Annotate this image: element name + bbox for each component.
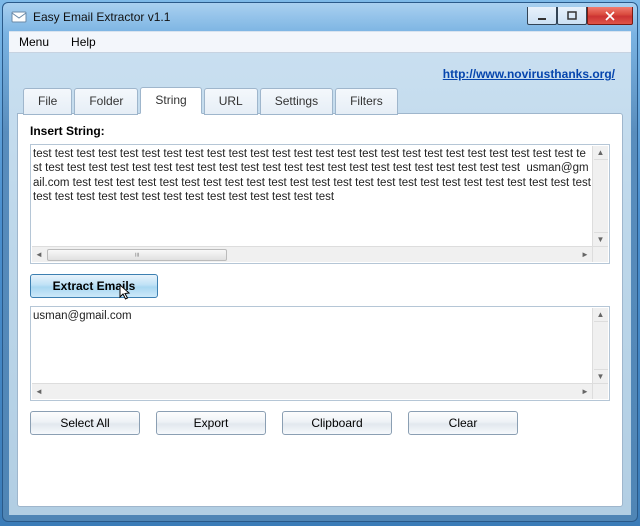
- website-link[interactable]: http://www.novirusthanks.org/: [443, 67, 615, 81]
- tab-file[interactable]: File: [23, 88, 72, 115]
- window-controls: [527, 9, 633, 25]
- menu-help[interactable]: Help: [67, 33, 100, 51]
- results-content[interactable]: usman@gmail.com: [33, 309, 591, 382]
- scroll-corner: [592, 246, 608, 262]
- hscroll-thumb[interactable]: [47, 249, 227, 261]
- window-title: Easy Email Extractor v1.1: [33, 10, 527, 24]
- scroll-down-icon[interactable]: ▼: [594, 232, 608, 246]
- extract-emails-button[interactable]: Extract Emails: [30, 274, 158, 298]
- app-window: Easy Email Extractor v1.1 Menu Help http…: [2, 2, 638, 522]
- client-area: http://www.novirusthanks.org/ File Folde…: [9, 53, 631, 515]
- scroll-up-icon[interactable]: ▲: [594, 146, 608, 160]
- scroll-down-icon[interactable]: ▼: [594, 369, 608, 383]
- tab-filters[interactable]: Filters: [335, 88, 398, 115]
- envelope-icon: [11, 9, 27, 25]
- tabpage-string: Insert String: test test test test test …: [17, 113, 623, 507]
- bottom-buttons: Select All Export Clipboard Clear: [30, 407, 610, 435]
- maximize-button[interactable]: [557, 7, 587, 25]
- scroll-left-icon[interactable]: ◄: [32, 385, 46, 399]
- export-button[interactable]: Export: [156, 411, 266, 435]
- clear-button[interactable]: Clear: [408, 411, 518, 435]
- results-hscrollbar[interactable]: ◄ ►: [32, 383, 592, 399]
- insert-string-label: Insert String:: [30, 124, 610, 138]
- insert-string-content[interactable]: test test test test test test test test …: [33, 147, 591, 245]
- scroll-right-icon[interactable]: ►: [578, 385, 592, 399]
- tab-settings[interactable]: Settings: [260, 88, 333, 115]
- tabstrip: File Folder String URL Settings Filters: [17, 87, 623, 114]
- input-hscrollbar[interactable]: ◄ ►: [32, 246, 592, 262]
- titlebar[interactable]: Easy Email Extractor v1.1: [3, 3, 637, 31]
- menu-menu[interactable]: Menu: [15, 33, 53, 51]
- input-vscrollbar[interactable]: ▲ ▼: [592, 146, 608, 246]
- results-vscrollbar[interactable]: ▲ ▼: [592, 308, 608, 383]
- close-button[interactable]: [587, 7, 633, 25]
- tab-url[interactable]: URL: [204, 88, 258, 115]
- extract-emails-label: Extract Emails: [53, 279, 136, 293]
- scroll-right-icon[interactable]: ►: [578, 248, 592, 262]
- scroll-up-icon[interactable]: ▲: [594, 308, 608, 322]
- results-textbox[interactable]: usman@gmail.com ▲ ▼ ◄ ►: [30, 306, 610, 401]
- scroll-left-icon[interactable]: ◄: [32, 248, 46, 262]
- minimize-button[interactable]: [527, 7, 557, 25]
- scroll-corner: [592, 383, 608, 399]
- clipboard-button[interactable]: Clipboard: [282, 411, 392, 435]
- tab-string[interactable]: String: [140, 87, 201, 114]
- select-all-button[interactable]: Select All: [30, 411, 140, 435]
- menubar: Menu Help: [9, 31, 631, 53]
- tab-folder[interactable]: Folder: [74, 88, 138, 115]
- insert-string-textbox[interactable]: test test test test test test test test …: [30, 144, 610, 264]
